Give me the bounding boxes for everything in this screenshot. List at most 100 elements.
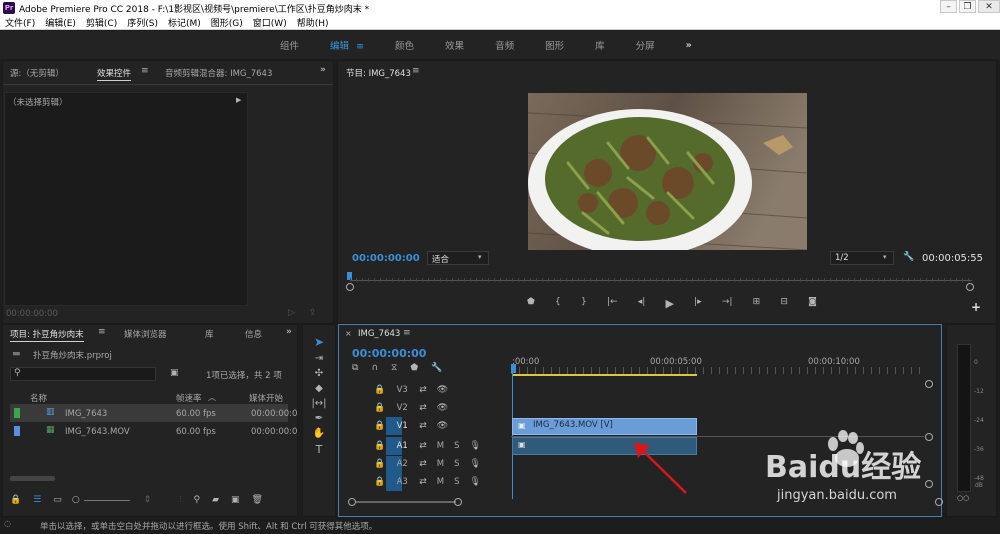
sync-lock-icon[interactable]: ⇄ [419, 441, 427, 451]
zoom-slider-handle[interactable]: ○ [72, 495, 80, 505]
menu-clip[interactable]: 剪辑(C) [81, 16, 122, 29]
hand-tool-icon[interactable]: ✋ [313, 428, 325, 439]
tab-effect-controls[interactable]: 效果控件 [97, 67, 132, 81]
play-arrow-icon[interactable]: ▶ [236, 96, 241, 104]
workspace-menu-icon[interactable]: ≡ [356, 41, 364, 52]
lift-icon[interactable]: ⊞ [753, 297, 761, 311]
minimize-button[interactable]: – [940, 0, 957, 13]
menu-help[interactable]: 帮助(H) [292, 16, 334, 29]
workspace-overflow-icon[interactable]: » [686, 40, 692, 51]
nest-icon[interactable]: ⧉ [352, 363, 358, 375]
slip-tool-icon[interactable]: |↔| [311, 398, 326, 409]
play-icon[interactable]: ▶ [665, 297, 673, 311]
workspace-libraries[interactable]: 库 [595, 38, 605, 52]
track-label-a3[interactable]: A3 [395, 477, 409, 487]
mute-button[interactable]: M [437, 477, 444, 487]
step-forward-icon[interactable]: |▸ [694, 297, 702, 311]
automate-icon[interactable]: ⫶ [179, 495, 181, 505]
eye-icon[interactable]: 👁 [437, 403, 448, 413]
go-to-in-icon[interactable]: |← [607, 297, 618, 311]
find-icon[interactable]: ⚲ [193, 495, 200, 505]
menu-edit[interactable]: 编辑(E) [40, 16, 81, 29]
zoom-fit-dropdown[interactable]: 适合 ▾ [427, 251, 489, 265]
lock-icon[interactable]: 🔒 [374, 477, 385, 487]
tab-media-browser[interactable]: 媒体浏览器 [124, 328, 167, 340]
work-area-bar[interactable] [512, 374, 697, 376]
pen-tool-icon[interactable]: ✒ [315, 413, 323, 424]
sort-ascending-icon[interactable]: ︿ [208, 392, 216, 403]
microphone-icon[interactable]: 🎙 [470, 459, 481, 469]
workspace-assembly[interactable]: 组件 [280, 38, 299, 52]
timeline-timecode[interactable]: 00:00:00:00 [352, 347, 426, 360]
workspace-editing[interactable]: 编辑 ≡ [330, 38, 364, 52]
snap-icon[interactable]: ∩ [371, 363, 378, 375]
timeline-menu-icon[interactable]: ≡ [403, 328, 411, 338]
menu-graphics[interactable]: 图形(G) [206, 16, 248, 29]
icon-view-icon[interactable]: ▭ [53, 495, 62, 505]
microphone-icon[interactable]: 🎙 [470, 477, 481, 487]
workspace-graphics[interactable]: 图形 [545, 38, 564, 52]
menu-sequence[interactable]: 序列(S) [122, 16, 163, 29]
ripple-edit-tool-icon[interactable]: ✣ [315, 368, 323, 379]
mark-out-icon[interactable]: } [581, 297, 587, 311]
project-overflow-icon[interactable]: » [286, 327, 292, 337]
track-label-a1[interactable]: A1 [395, 441, 409, 451]
resolution-dropdown[interactable]: 1/2 ▾ [830, 251, 894, 265]
panel-overflow-icon[interactable]: » [320, 65, 326, 75]
program-menu-icon[interactable]: ≡ [412, 66, 420, 76]
sync-lock-icon[interactable]: ⇄ [419, 385, 427, 395]
project-scrollbar[interactable] [10, 476, 55, 481]
camera-icon[interactable]: ◙ [808, 297, 817, 311]
sync-lock-icon[interactable]: ⇄ [419, 459, 427, 469]
workspace-audio[interactable]: 音频 [495, 38, 514, 52]
menu-marker[interactable]: 标记(M) [163, 16, 206, 29]
timeline-zoom-bar[interactable] [356, 501, 456, 503]
new-bin-from-search-icon[interactable]: ▣ [170, 368, 179, 378]
program-timecode[interactable]: 00:00:00:00 [352, 253, 420, 264]
new-bin-icon[interactable]: ▰ [212, 495, 219, 505]
solo-button[interactable]: S [454, 459, 459, 469]
step-back-icon[interactable]: ◂| [638, 297, 646, 311]
menu-file[interactable]: 文件(F) [0, 16, 40, 29]
video-clip[interactable]: ▣ IMG_7643.MOV [V] [512, 418, 697, 435]
type-tool-icon[interactable]: T [316, 443, 323, 456]
tab-info[interactable]: 信息 [245, 328, 262, 340]
razor-tool-icon[interactable]: ◆ [315, 383, 323, 394]
eye-icon[interactable]: 👁 [437, 385, 448, 395]
add-marker-icon[interactable]: ⬟ [527, 297, 535, 311]
sort-icons-icon[interactable]: ⇕ [144, 495, 152, 505]
tab-libraries[interactable]: 库 [205, 328, 214, 340]
timeline-ruler[interactable] [511, 367, 924, 374]
microphone-icon[interactable]: 🎙 [470, 441, 481, 451]
lock-icon[interactable]: 🔒 [374, 441, 385, 451]
maximize-button[interactable]: ❐ [959, 0, 976, 13]
lock-icon[interactable]: 🔒 [374, 385, 385, 395]
close-tab-icon[interactable]: × [345, 329, 352, 338]
range-start-handle[interactable] [346, 283, 354, 291]
list-view-icon[interactable]: ☰ [33, 495, 41, 505]
track-label-v3[interactable]: V3 [395, 385, 409, 395]
add-button-icon[interactable]: + [971, 300, 981, 314]
tab-audio-clip-mixer[interactable]: 音频剪辑混合器: IMG_7643 [165, 67, 272, 79]
project-menu-icon[interactable]: ≡ [98, 327, 106, 337]
selection-tool-icon[interactable]: ➤ [314, 335, 324, 349]
lock-icon[interactable]: 🔒 [10, 495, 21, 505]
zoom-scroll-left[interactable] [348, 498, 356, 506]
linked-selection-icon[interactable]: ⧖ [391, 363, 397, 375]
track-select-tool-icon[interactable]: ⇥ [315, 353, 323, 364]
trash-icon[interactable]: 🗑 [252, 495, 263, 505]
settings-wrench-icon[interactable]: 🔧 [431, 363, 442, 375]
range-end-handle[interactable] [966, 283, 974, 291]
mute-button[interactable]: M [437, 441, 444, 451]
column-media-start-header[interactable]: 媒体开始 [249, 392, 283, 404]
timeline-sequence-tab[interactable]: IMG_7643 [358, 329, 400, 339]
tab-project[interactable]: 项目: 扑豆角炒肉末 [10, 328, 84, 342]
share-icon[interactable]: ⇪ [309, 308, 317, 318]
workspace-effects[interactable]: 效果 [445, 38, 464, 52]
lock-icon[interactable]: 🔒 [374, 403, 385, 413]
eye-icon[interactable]: 👁 [437, 421, 448, 431]
export-frame-icon[interactable]: ▷ [288, 308, 295, 318]
tab-source[interactable]: 源:（无剪辑） [10, 67, 64, 79]
zoom-slider-track[interactable] [83, 499, 130, 501]
panel-menu-icon[interactable]: ≡ [141, 66, 149, 76]
